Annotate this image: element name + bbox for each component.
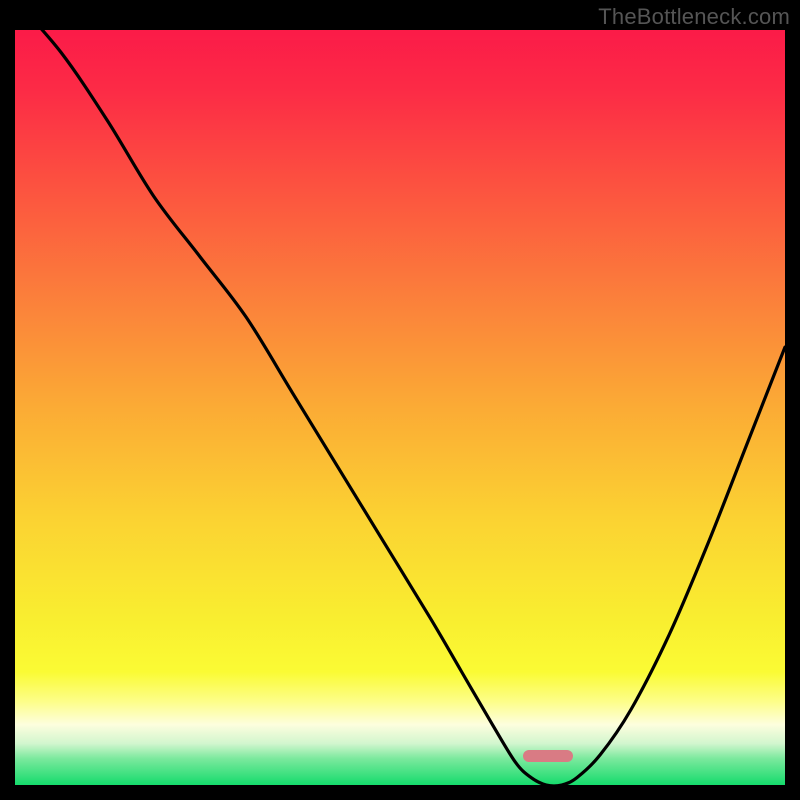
optimum-marker xyxy=(523,750,573,762)
watermark-text: TheBottleneck.com xyxy=(598,4,790,30)
chart-frame: TheBottleneck.com xyxy=(0,0,800,800)
plot-area xyxy=(15,30,785,785)
bottleneck-curve xyxy=(15,30,785,785)
